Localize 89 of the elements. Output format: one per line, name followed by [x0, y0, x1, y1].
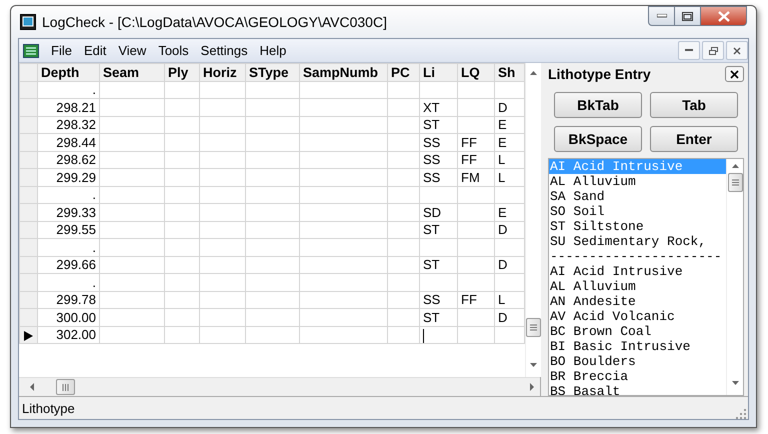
key-button[interactable]: Enter — [650, 126, 738, 152]
list-item[interactable]: SA Sand — [549, 189, 726, 204]
table-cell: . — [38, 186, 100, 204]
column-header[interactable]: Sh — [494, 64, 524, 81]
menu-item[interactable]: Help — [254, 41, 292, 60]
table-cell: . — [38, 274, 100, 291]
close-button[interactable] — [726, 41, 748, 60]
menu-item[interactable]: Edit — [78, 41, 112, 60]
key-button[interactable]: Tab — [650, 92, 738, 118]
column-header[interactable]: Li — [420, 64, 458, 81]
document-icon — [23, 44, 39, 58]
app-icon — [20, 14, 36, 30]
table-cell: 298.44 — [38, 134, 100, 151]
table-cell: ST — [420, 308, 458, 326]
table-cell: FM — [458, 168, 494, 186]
menu-item[interactable]: Settings — [194, 41, 254, 60]
table-cell: 299.55 — [38, 221, 100, 238]
table-cell: 302.00 — [38, 326, 100, 344]
close-icon — [730, 70, 739, 78]
list-item[interactable]: BO Boulders — [549, 354, 726, 369]
list-item[interactable]: AL Alluvium — [549, 279, 726, 294]
table-cell: 298.21 — [38, 98, 100, 116]
table-cell: SS — [420, 151, 458, 168]
column-header[interactable]: PC — [388, 64, 420, 81]
table-cell: FF — [458, 134, 494, 151]
list-item[interactable]: AI Acid Intrusive — [549, 264, 726, 279]
maximize-icon — [682, 12, 693, 20]
column-header[interactable]: LQ — [458, 64, 494, 81]
table-cell: ST — [420, 256, 458, 274]
table-cell: 299.33 — [38, 204, 100, 221]
horizontal-scrollbar[interactable] — [19, 377, 540, 396]
table-cell: SS — [420, 168, 458, 186]
menu-item[interactable]: Tools — [152, 41, 195, 60]
column-header[interactable]: SType — [246, 64, 300, 81]
list-item[interactable]: BS Basalt — [549, 384, 726, 395]
column-header[interactable]: Seam — [100, 64, 164, 81]
table-cell: . — [38, 238, 100, 256]
list-item[interactable]: AN Andesite — [549, 294, 726, 309]
table-cell: 298.32 — [38, 116, 100, 134]
list-item[interactable]: BI Basic Intrusive — [549, 339, 726, 354]
menu-item[interactable]: File — [45, 41, 78, 60]
vertical-scrollbar[interactable] — [726, 159, 743, 395]
panel-title: Lithotype Entry — [548, 66, 652, 82]
list-item[interactable]: AV Acid Volcanic — [549, 309, 726, 324]
table-cell: SD — [420, 204, 458, 221]
list-item[interactable]: AL Alluvium — [549, 174, 726, 189]
close-icon — [733, 46, 741, 54]
table-cell: 299.29 — [38, 168, 100, 186]
table-cell: 300.00 — [38, 308, 100, 326]
minimize-button[interactable] — [678, 41, 700, 60]
table-cell: . — [38, 81, 100, 98]
table-cell: ST — [420, 116, 458, 134]
maximize-button[interactable] — [675, 6, 701, 26]
column-header[interactable]: Depth — [38, 64, 100, 81]
minimize-button[interactable] — [648, 6, 675, 26]
table-cell: 299.78 — [38, 291, 100, 308]
key-button[interactable]: BkSpace — [554, 126, 642, 152]
minimize-icon — [656, 14, 666, 18]
list-item[interactable]: ST Siltstone — [549, 219, 726, 234]
list-item[interactable]: ---------------------- — [549, 249, 726, 264]
vertical-scrollbar[interactable] — [525, 63, 541, 377]
column-header[interactable]: Horiz — [200, 64, 246, 81]
scroll-thumb[interactable] — [728, 173, 742, 192]
list-item[interactable]: SO Soil — [549, 204, 726, 219]
status-text: Lithotype — [22, 400, 76, 416]
column-header[interactable]: SampNumb — [300, 64, 388, 81]
resize-grip-icon[interactable] — [736, 409, 746, 419]
table-cell: ST — [420, 221, 458, 238]
minimize-icon — [685, 49, 693, 52]
table-cell: 299.66 — [38, 256, 100, 274]
list-item[interactable]: SU Sedimentary Rock, — [549, 234, 726, 249]
window-title: LogCheck - [C:\LogData\AVOCA\GEOLOGY\AVC030C] — [42, 14, 388, 30]
table-cell: FF — [458, 151, 494, 168]
table-cell: 298.62 — [38, 151, 100, 168]
list-item[interactable]: BC Brown Coal — [549, 324, 726, 339]
table-cell: SS — [420, 291, 458, 308]
close-icon — [718, 10, 730, 22]
close-button[interactable] — [725, 66, 744, 82]
restore-button[interactable] — [702, 41, 724, 60]
key-button[interactable]: BkTab — [554, 92, 642, 118]
table-cell: XT — [420, 98, 458, 116]
restore-icon — [708, 46, 718, 54]
list-item[interactable]: BR Breccia — [549, 369, 726, 384]
column-header[interactable]: Ply — [164, 64, 200, 81]
menu-item[interactable]: View — [112, 41, 152, 60]
table-cell: SS — [420, 134, 458, 151]
scroll-thumb[interactable] — [526, 318, 541, 337]
table-cell: FF — [458, 291, 494, 308]
scroll-thumb[interactable] — [56, 379, 75, 395]
